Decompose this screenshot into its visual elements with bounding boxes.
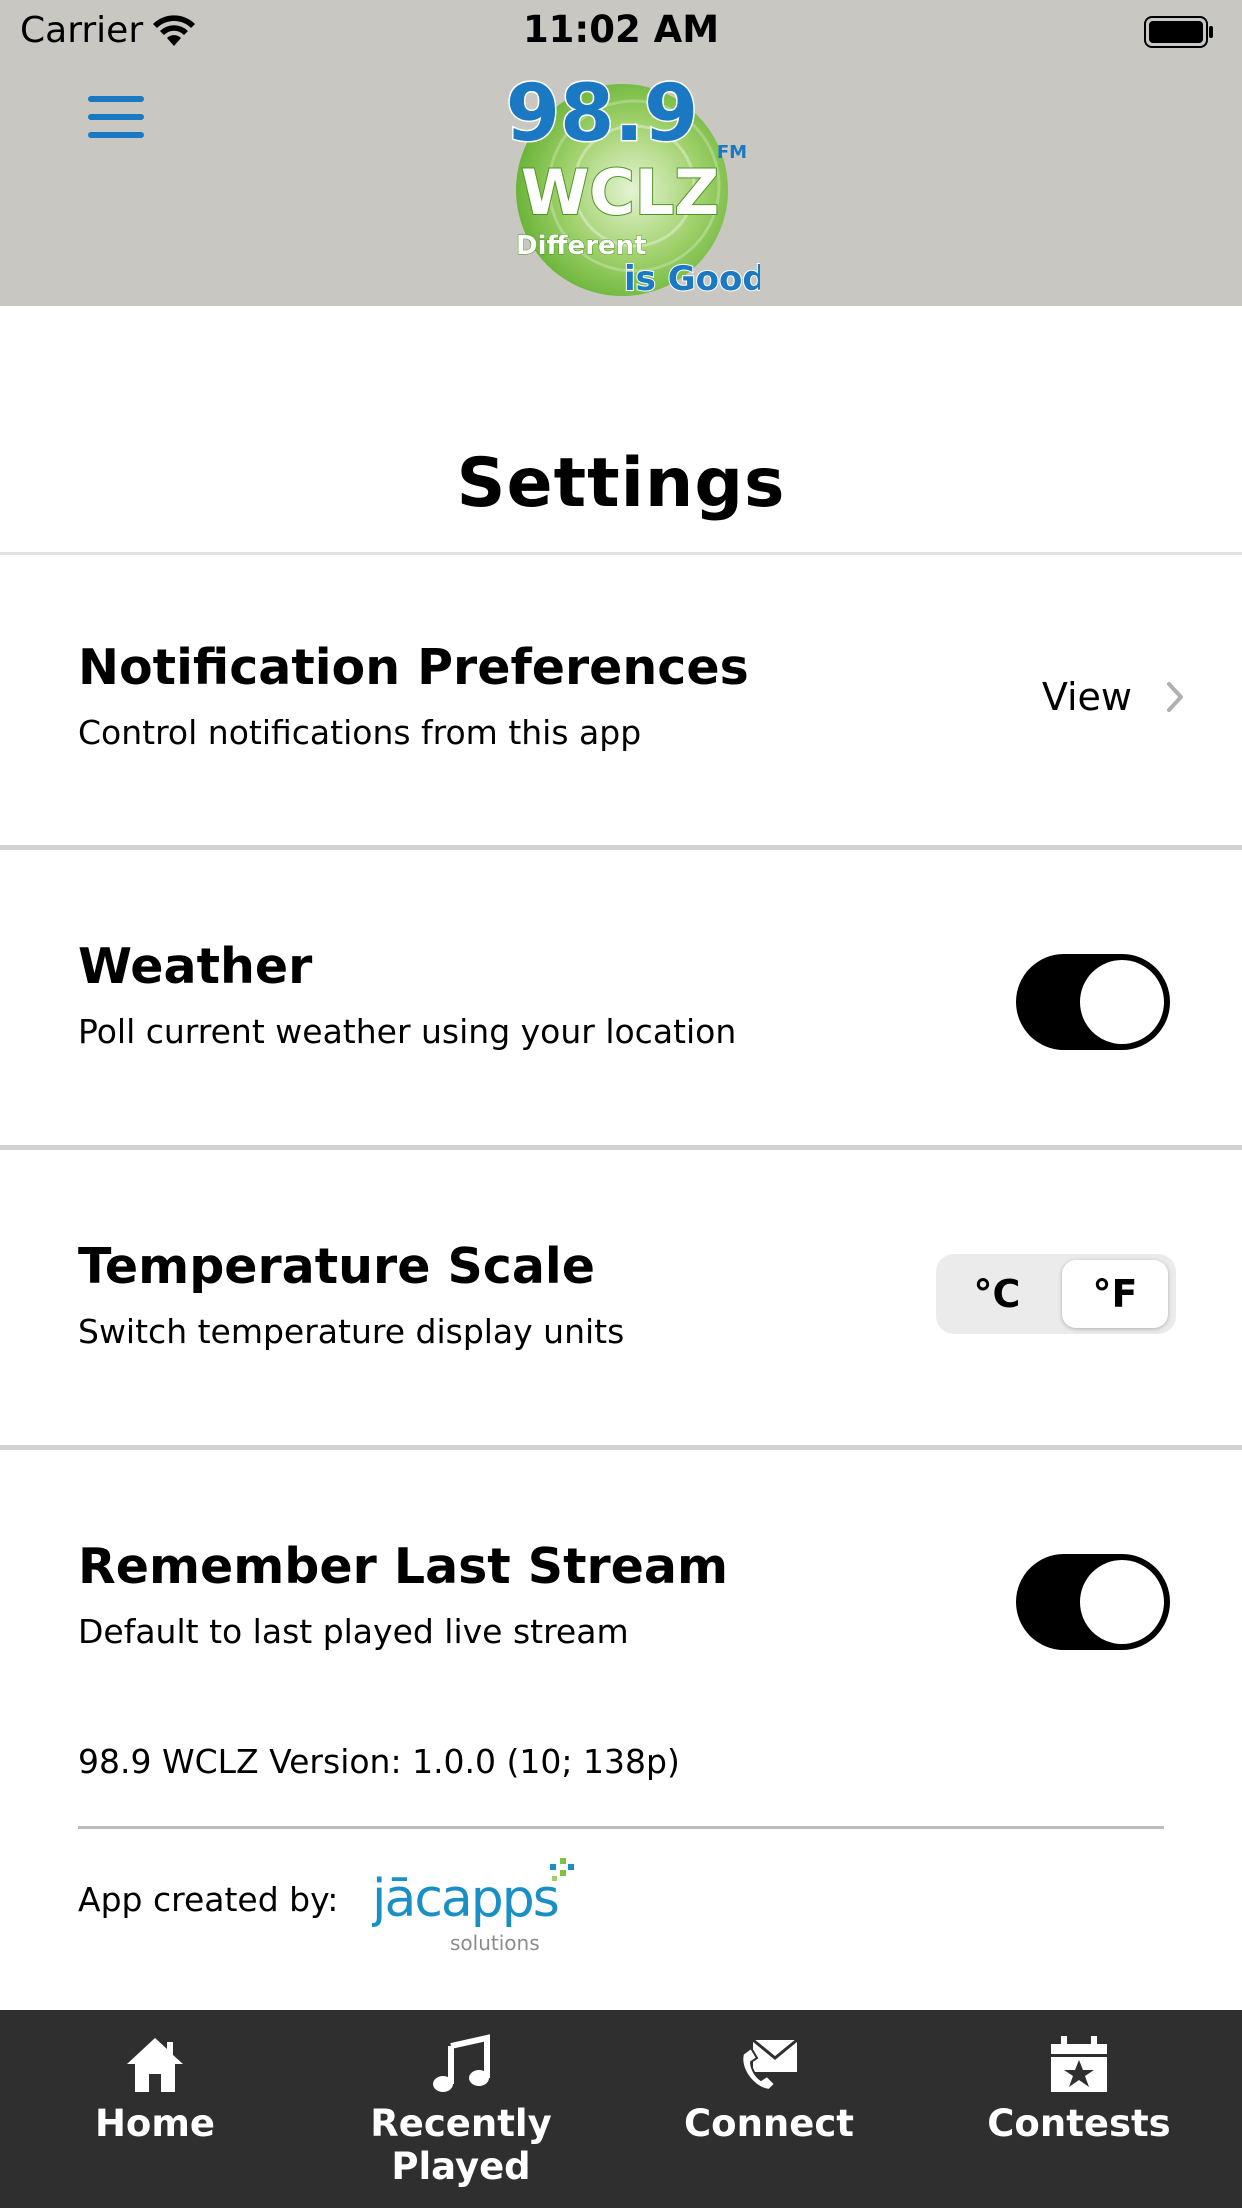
bottom-tab-bar: Home Recently Played Connect Contests	[0, 2010, 1242, 2208]
tab-contests[interactable]: Contests	[924, 2010, 1234, 2208]
logo-tagline-2: is Good	[624, 259, 760, 298]
envelope-phone-icon	[741, 2038, 798, 2092]
tab-home-label: Home	[94, 2102, 216, 2145]
weather-toggle[interactable]	[1016, 954, 1170, 1050]
page-title: Settings	[456, 444, 786, 523]
jacapps-logo[interactable]: jācapps solutions	[372, 1858, 576, 1958]
created-by-label: App created by:	[78, 1880, 339, 1919]
tab-connect-label: Connect	[684, 2102, 854, 2145]
status-time: 11:02 AM	[522, 8, 720, 51]
settings-row-temperature-scale: Temperature Scale Switch temperature dis…	[0, 1150, 1242, 1450]
toggle-knob	[1080, 960, 1164, 1044]
app-header: Carrier 11:02 AM 98.9 FM WCLZ Different …	[0, 0, 1242, 306]
notifications-view-link[interactable]: View	[1042, 675, 1184, 719]
battery-icon	[1144, 16, 1213, 48]
logo-tagline-1: Different	[516, 231, 647, 261]
chevron-right-icon	[1167, 682, 1183, 712]
view-label: View	[1041, 675, 1132, 719]
hamburger-menu-icon[interactable]	[88, 96, 144, 142]
logo-frequency: 98.9	[506, 69, 698, 159]
weather-subtitle: Poll current weather using your location	[78, 1012, 737, 1051]
status-bar: Carrier 11:02 AM	[0, 0, 1242, 62]
celsius-option[interactable]: °C	[944, 1260, 1050, 1328]
logo-call-sign: WCLZ	[521, 156, 719, 229]
temperature-unit-segmented-control: °C °F	[936, 1254, 1176, 1334]
home-icon	[127, 2038, 183, 2092]
settings-row-notifications[interactable]: Notification Preferences Control notific…	[0, 555, 1242, 855]
jacapps-logo-text: jācapps	[372, 1869, 558, 1929]
remember-stream-title: Remember Last Stream	[78, 1538, 729, 1595]
logo-band: FM	[717, 142, 747, 163]
jacapps-logo-sub: solutions	[450, 1931, 540, 1955]
toggle-knob	[1080, 1560, 1164, 1644]
station-logo: 98.9 FM WCLZ Different is Good	[504, 68, 760, 299]
fahrenheit-option[interactable]: °F	[1062, 1260, 1168, 1328]
tab-contests-label: Contests	[987, 2102, 1171, 2145]
settings-row-remember-stream: Remember Last Stream Default to last pla…	[0, 1450, 1242, 1750]
tab-connect[interactable]: Connect	[614, 2010, 924, 2208]
tab-recently-played[interactable]: Recently Played	[306, 2010, 616, 2208]
calendar-star-icon	[1051, 2036, 1107, 2092]
temperature-title: Temperature Scale	[78, 1238, 595, 1295]
notifications-title: Notification Preferences	[78, 639, 749, 696]
app-version-text: 98.9 WCLZ Version: 1.0.0 (10; 138p)	[78, 1742, 680, 1781]
music-note-icon	[433, 2034, 490, 2092]
temperature-subtitle: Switch temperature display units	[78, 1312, 625, 1351]
tab-home[interactable]: Home	[0, 2010, 310, 2208]
remember-stream-toggle[interactable]	[1016, 1554, 1170, 1650]
weather-title: Weather	[78, 938, 313, 995]
remember-stream-subtitle: Default to last played live stream	[78, 1612, 629, 1651]
footer-divider	[78, 1826, 1164, 1829]
notifications-subtitle: Control notifications from this app	[78, 713, 642, 752]
tab-recently-played-label: Recently Played	[370, 2102, 552, 2188]
settings-row-weather: Weather Poll current weather using your …	[0, 850, 1242, 1150]
